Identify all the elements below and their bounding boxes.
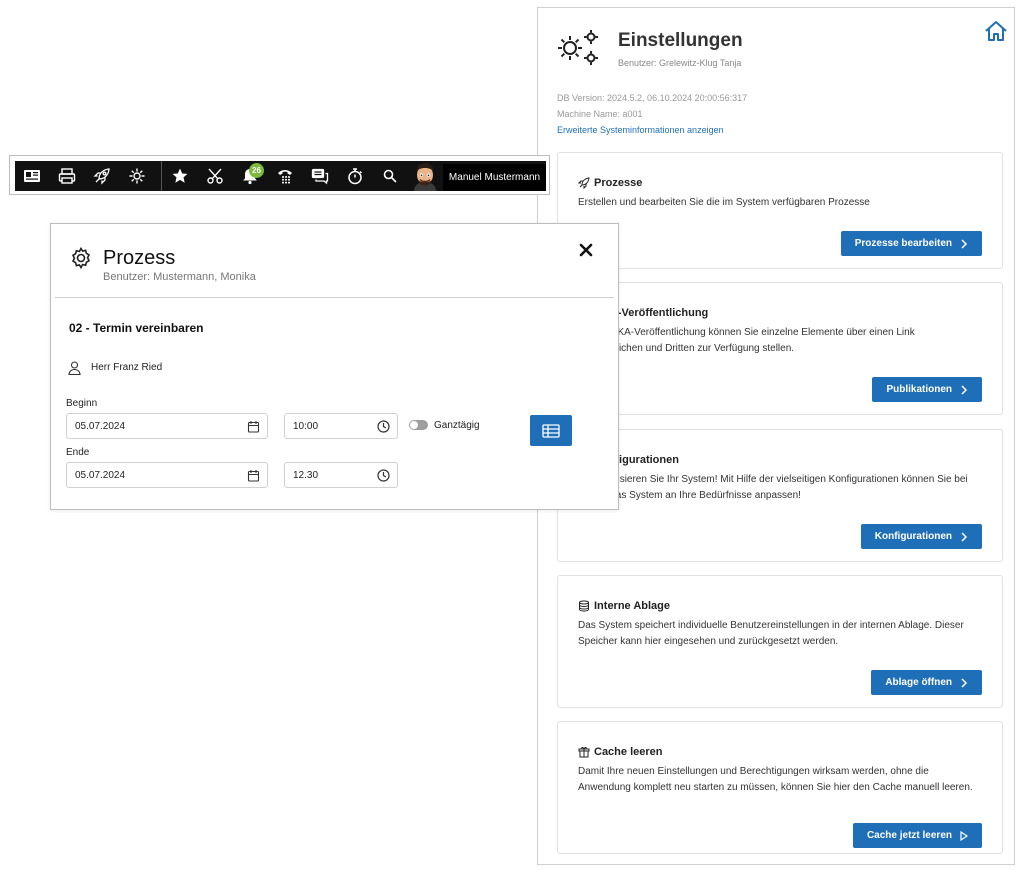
open-storage-button[interactable]: Ablage öffnen <box>871 670 982 695</box>
gear-icon[interactable] <box>120 161 154 191</box>
database-icon <box>579 600 589 612</box>
end-date-field[interactable]: 05.07.2024 <box>66 462 268 488</box>
table-icon <box>542 423 560 438</box>
publications-button[interactable]: Publikationen <box>872 377 982 402</box>
chevron-right-icon <box>961 238 968 249</box>
all-day-toggle[interactable] <box>409 420 428 430</box>
card-title: Prozesse <box>578 177 642 189</box>
card-publication: AKA-Veröffentlichung Mit der AKA-Veröffe… <box>557 282 1003 415</box>
close-icon[interactable] <box>578 242 594 258</box>
machine-name: Machine Name: a001 <box>557 109 643 119</box>
stopwatch-icon[interactable] <box>338 161 372 191</box>
table-view-button[interactable] <box>530 415 572 446</box>
begin-label: Beginn <box>66 398 98 409</box>
person-icon <box>68 361 81 375</box>
clock-icon[interactable] <box>377 420 390 433</box>
card-processes: Prozesse Erstellen und bearbeiten Sie di… <box>557 152 1003 269</box>
card-desc: Personalisieren Sie Ihr System! Mit Hilf… <box>578 474 968 501</box>
toolbar: 26 Manuel Mustermann <box>9 155 550 195</box>
card-desc: Das System speichert individuelle Benutz… <box>578 620 964 647</box>
card-desc: Erstellen und bearbeiten Sie die im Syst… <box>578 197 870 208</box>
end-label: Ende <box>66 447 90 458</box>
chevron-right-icon <box>961 531 968 542</box>
chevron-right-icon <box>961 384 968 395</box>
card-desc: Mit der AKA-Veröffentlichung können Sie … <box>578 327 915 354</box>
clock-icon[interactable] <box>377 469 390 482</box>
end-time-field[interactable]: 12.30 <box>284 462 398 488</box>
toolbar-separator <box>161 161 162 191</box>
process-step-title: 02 - Termin vereinbaren <box>69 321 204 335</box>
process-dialog: Prozess Benutzer: Mustermann, Monika 02 … <box>50 223 619 510</box>
card-clear-cache: Cache leeren Damit Ihre neuen Einstellun… <box>557 721 1003 854</box>
toolbar-bar: 26 Manuel Mustermann <box>15 161 546 191</box>
play-icon <box>960 830 968 841</box>
chevron-right-icon <box>961 677 968 688</box>
configurations-button[interactable]: Konfigurationen <box>860 524 982 549</box>
clear-cache-button[interactable]: Cache jetzt leeren <box>852 823 982 848</box>
sysinfo-link[interactable]: Erweiterte Systeminformationen anzeigen <box>557 125 724 135</box>
scissors-icon[interactable] <box>198 161 232 191</box>
calendar-icon[interactable] <box>247 469 260 482</box>
rocket-icon[interactable] <box>85 161 119 191</box>
search-icon[interactable] <box>373 161 407 191</box>
card-desc: Damit Ihre neuen Einstellungen und Berec… <box>578 766 973 793</box>
gears-icon <box>558 30 598 65</box>
dialog-title: Prozess <box>103 247 176 269</box>
card-internal-storage: Interne Ablage Das System speichert indi… <box>557 575 1003 708</box>
phone-keypad-icon[interactable] <box>268 161 302 191</box>
all-day-label: Ganztägig <box>434 420 480 431</box>
card-configurations: Konfigurationen Personalisieren Sie Ihr … <box>557 429 1003 562</box>
avatar[interactable] <box>411 161 439 191</box>
home-icon[interactable] <box>984 20 1008 42</box>
user-name-button[interactable]: Manuel Mustermann <box>443 164 546 191</box>
box-icon <box>578 747 590 758</box>
printer-icon[interactable] <box>50 161 84 191</box>
card-title: Interne Ablage <box>578 600 670 612</box>
newspaper-icon[interactable] <box>15 161 49 191</box>
gear-icon <box>71 246 91 270</box>
dialog-divider <box>55 297 614 298</box>
edit-processes-button[interactable]: Prozesse bearbeiten <box>840 231 982 256</box>
rocket-icon <box>578 177 590 189</box>
begin-time-field[interactable]: 10:00 <box>284 413 398 439</box>
star-icon[interactable] <box>163 161 197 191</box>
begin-date-field[interactable]: 05.07.2024 <box>66 413 268 439</box>
calendar-icon[interactable] <box>247 420 260 433</box>
card-title: Cache leeren <box>578 746 662 758</box>
person-name: Herr Franz Ried <box>91 362 163 373</box>
dialog-user: Benutzer: Mustermann, Monika <box>103 271 256 283</box>
settings-title: Einstellungen <box>618 30 743 51</box>
notification-badge: 26 <box>249 163 264 178</box>
db-version: DB Version: 2024.5.2, 06.10.2024 20:00:5… <box>557 93 748 103</box>
chat-icon[interactable] <box>303 161 337 191</box>
settings-user: Benutzer: Grelewitz-Klug Tanja <box>618 58 742 68</box>
